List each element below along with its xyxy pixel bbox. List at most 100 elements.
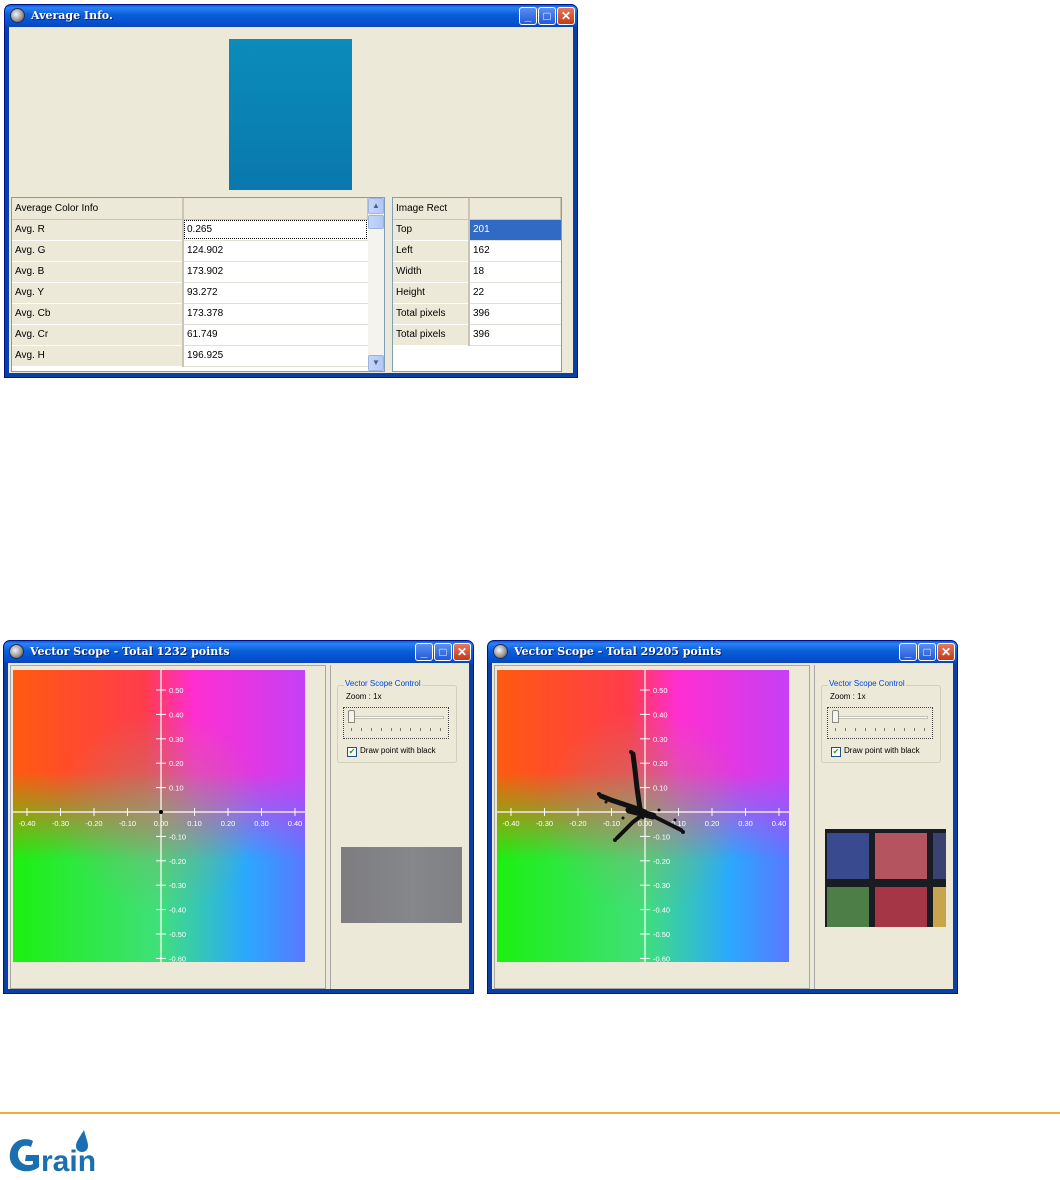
average-color-grid[interactable]: Average Color Info Avg. R 0.265 Avg. G 1… <box>11 197 385 372</box>
grain-logo: rain <box>9 1130 96 1178</box>
y-tick-label: 0.20 <box>169 759 184 768</box>
grid-header-cell <box>183 198 369 220</box>
title-bar[interactable]: Vector Scope - Total 1232 points _ □ ✕ <box>4 641 473 663</box>
y-tick-label: 0.50 <box>169 686 184 695</box>
vertical-scrollbar[interactable]: ▲ ▼ <box>368 198 384 371</box>
y-tick-label: 0.60 <box>653 670 668 671</box>
grid-header-row: Image Rect <box>393 198 561 220</box>
image-rect-grid[interactable]: Image Rect Top 201 Left 162 Width 18 Hei… <box>392 197 562 372</box>
cell-value-selected[interactable]: 201 <box>469 219 561 241</box>
y-tick-label: -0.30 <box>169 881 186 890</box>
close-button[interactable]: ✕ <box>453 643 471 661</box>
table-row[interactable]: Top 201 <box>393 219 561 241</box>
table-row[interactable]: Total pixels 396 <box>393 324 561 346</box>
row-label: Avg. Y <box>12 282 184 304</box>
maximize-button[interactable]: □ <box>918 643 936 661</box>
minimize-icon: _ <box>420 645 428 659</box>
window-title: Vector Scope - Total 1232 points <box>30 645 230 658</box>
title-bar[interactable]: Vector Scope - Total 29205 points _ □ ✕ <box>488 641 957 663</box>
cell-value[interactable]: 162 <box>469 240 561 262</box>
y-tick-label: -0.40 <box>169 906 186 915</box>
table-row[interactable]: Avg. G 124.902 <box>12 240 368 262</box>
close-button[interactable]: ✕ <box>557 7 575 25</box>
y-tick-label: -0.50 <box>653 930 670 939</box>
scroll-down-button[interactable]: ▼ <box>368 355 384 371</box>
slider-thumb[interactable] <box>348 710 355 723</box>
scroll-thumb[interactable] <box>368 215 384 229</box>
x-tick-label: 0.40 <box>288 819 303 828</box>
x-tick-label: -0.10 <box>603 819 620 828</box>
cell-value[interactable]: 18 <box>469 261 561 283</box>
cell-value[interactable]: 124.902 <box>183 240 368 262</box>
app-icon[interactable] <box>493 644 508 659</box>
y-tick-label: -0.50 <box>169 930 186 939</box>
cell-value[interactable]: 173.902 <box>183 261 368 283</box>
window-title: Vector Scope - Total 29205 points <box>514 645 722 658</box>
cell-value[interactable]: 396 <box>469 324 561 346</box>
maximize-button[interactable]: □ <box>538 7 556 25</box>
y-tick-label: 0.40 <box>653 710 668 719</box>
table-row[interactable]: Avg. Cb 173.378 <box>12 303 368 325</box>
grid-header-row: Average Color Info <box>12 198 369 220</box>
x-tick-label: -0.20 <box>85 819 102 828</box>
cell-value[interactable]: 22 <box>469 282 561 304</box>
vector-scope-window-1: Vector Scope - Total 1232 points _ □ ✕ -… <box>3 640 474 994</box>
window-title: Average Info. <box>31 9 113 22</box>
x-tick-label: -0.40 <box>502 819 519 828</box>
y-tick-label: 0.30 <box>169 735 184 744</box>
row-label: Avg. Cb <box>12 303 184 325</box>
checkmark-icon: ✔ <box>348 747 356 756</box>
x-tick-label: 0.00 <box>154 819 169 828</box>
cell-value[interactable]: 0.265 <box>183 219 368 241</box>
close-button[interactable]: ✕ <box>937 643 955 661</box>
table-row[interactable]: Total pixels 396 <box>393 303 561 325</box>
minimize-button[interactable]: _ <box>415 643 433 661</box>
table-row[interactable]: Avg. R 0.265 <box>12 219 368 241</box>
table-row[interactable]: Avg. B 173.902 <box>12 261 368 283</box>
table-row[interactable]: Left 162 <box>393 240 561 262</box>
table-row[interactable]: Avg. H 196.925 <box>12 345 368 367</box>
table-row[interactable]: Avg. Cr 61.749 <box>12 324 368 346</box>
scroll-up-button[interactable]: ▲ <box>368 198 384 214</box>
group-title: Vector Scope Control <box>344 679 422 688</box>
table-row[interactable]: Width 18 <box>393 261 561 283</box>
cell-value[interactable]: 93.272 <box>183 282 368 304</box>
app-icon[interactable] <box>9 644 24 659</box>
vector-scope-control-group: Vector Scope Control Zoom : 1x ✔ Draw po… <box>337 679 457 763</box>
x-tick-label: 0.20 <box>221 819 236 828</box>
minimize-button[interactable]: _ <box>899 643 917 661</box>
x-tick-label: -0.20 <box>569 819 586 828</box>
x-tick-label: 0.30 <box>254 819 269 828</box>
average-info-window: Average Info. _ □ ✕ Average Color Info A… <box>4 4 578 378</box>
minimize-button[interactable]: _ <box>519 7 537 25</box>
title-bar[interactable]: Average Info. _ □ ✕ <box>5 5 577 27</box>
logo-g-mark <box>9 1139 39 1172</box>
cell-value[interactable]: 196.925 <box>183 345 368 367</box>
y-tick-label: 0.50 <box>653 686 668 695</box>
scope-control-panel: Vector Scope Control Zoom : 1x ✔ Draw po… <box>330 665 468 989</box>
slider-track <box>348 716 444 719</box>
slider-thumb[interactable] <box>832 710 839 723</box>
slider-ticks <box>835 728 925 732</box>
draw-black-checkbox[interactable]: ✔ <box>831 747 841 757</box>
y-tick-label: 0.20 <box>653 759 668 768</box>
table-row[interactable]: Avg. Y 93.272 <box>12 282 368 304</box>
row-label: Top <box>393 219 470 241</box>
zoom-slider[interactable] <box>827 707 933 739</box>
maximize-button[interactable]: □ <box>434 643 452 661</box>
grid-header-cell <box>469 198 561 220</box>
draw-black-checkbox[interactable]: ✔ <box>347 747 357 757</box>
cell-value[interactable]: 396 <box>469 303 561 325</box>
y-tick-label: -0.60 <box>169 954 186 962</box>
table-row[interactable]: Height 22 <box>393 282 561 304</box>
cell-value[interactable]: 173.378 <box>183 303 368 325</box>
row-label: Avg. H <box>12 345 184 367</box>
y-tick-label: -0.10 <box>653 832 670 841</box>
cell-value[interactable]: 61.749 <box>183 324 368 346</box>
row-label: Total pixels <box>393 324 470 346</box>
scope-plot-frame: -0.40 -0.30 -0.20 -0.10 0.00 0.10 0.20 0.30 0.40… <box>10 665 326 989</box>
zoom-slider[interactable] <box>343 707 449 739</box>
app-icon[interactable] <box>10 8 25 23</box>
maximize-icon: □ <box>543 9 551 23</box>
y-tick-label: -0.30 <box>653 881 670 890</box>
